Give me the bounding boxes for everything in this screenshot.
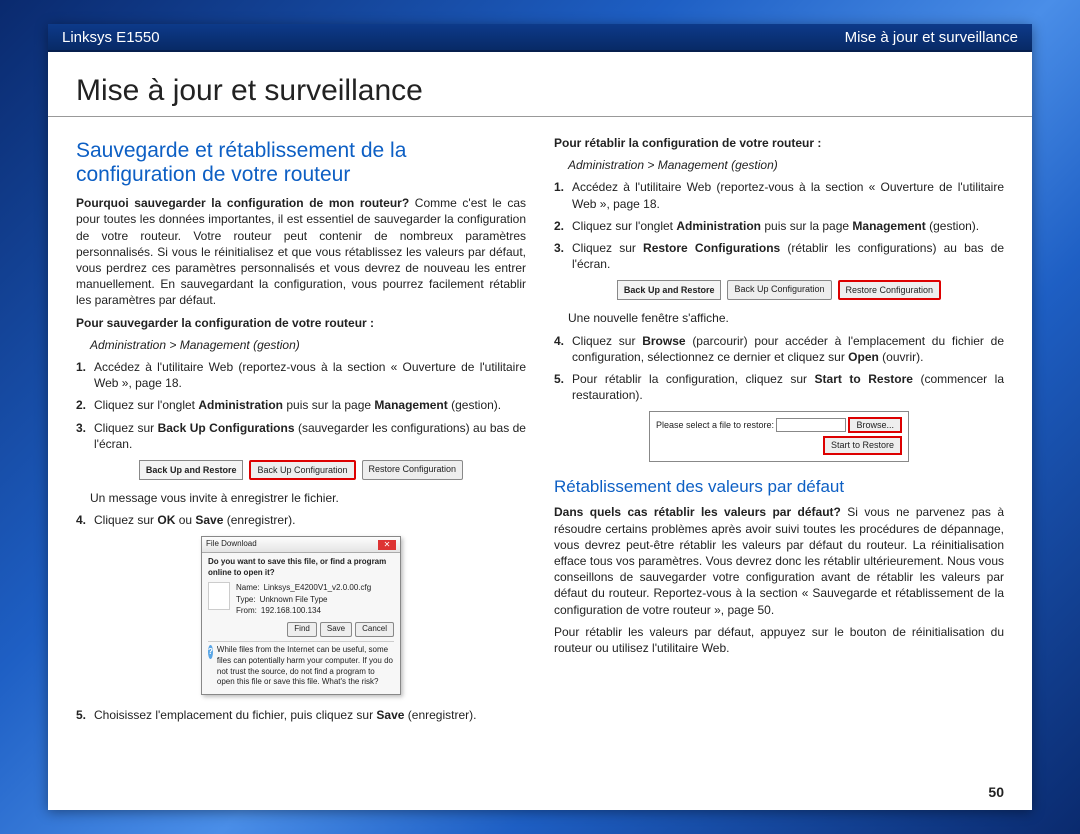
step-3: Cliquez sur Back Up Configurations (sauv… <box>94 420 526 452</box>
header-bar: Linksys E1550 Mise à jour et surveillanc… <box>48 24 1032 52</box>
file-download-dialog: File Download ✕ Do you want to save this… <box>201 536 401 695</box>
file-icon <box>208 582 230 610</box>
close-icon[interactable]: ✕ <box>378 540 396 550</box>
defaults-lead: Dans quels cas rétablir les valeurs par … <box>554 505 841 519</box>
chapter-title: Mise à jour et surveillance <box>48 52 1032 117</box>
step-5: Choisissez l'emplacement du fichier, pui… <box>94 707 526 723</box>
restore-prompt: Please select a file to restore: <box>656 419 774 431</box>
subhead-restore: Pour rétablir la configuration de votre … <box>554 135 1004 151</box>
navpath-left: Administration > Management (gestion) <box>90 337 526 353</box>
defaults-tail: Pour rétablir les valeurs par défaut, ap… <box>554 624 1004 656</box>
header-right: Mise à jour et surveillance <box>845 29 1018 46</box>
restore-config-button[interactable]: Restore Configuration <box>362 460 464 480</box>
dialog-question: Do you want to save this file, or find a… <box>208 557 394 579</box>
left-column: Sauvegarde et rétablissement de la confi… <box>76 135 526 731</box>
section-factory-reset: Rétablissement des valeurs par défaut <box>554 476 1004 499</box>
step-2: Cliquez sur l'onglet Administration puis… <box>94 397 526 413</box>
defaults-body: Si vous ne parvenez pas à résoudre certa… <box>554 505 1004 616</box>
new-window-msg: Une nouvelle fenêtre s'affiche. <box>568 310 1004 326</box>
restore-file-input[interactable] <box>776 418 846 432</box>
rstep-5: Pour rétablir la configuration, cliquez … <box>572 371 1004 403</box>
restore-steps-cont: 4.Cliquez sur Browse (parcourir) pour ac… <box>554 333 1004 404</box>
defaults-paragraph: Dans quels cas rétablir les valeurs par … <box>554 504 1004 617</box>
btnbar-label: Back Up and Restore <box>139 460 244 480</box>
content-columns: Sauvegarde et rétablissement de la confi… <box>48 117 1032 731</box>
backup-steps-cont2: 5.Choisissez l'emplacement du fichier, p… <box>76 707 526 723</box>
header-left: Linksys E1550 <box>62 29 160 46</box>
backup-button-bar: Back Up and Restore Back Up Configuratio… <box>76 460 526 480</box>
page-number: 50 <box>988 784 1004 800</box>
section-backup-restore: Sauvegarde et rétablissement de la confi… <box>76 139 526 187</box>
find-button[interactable]: Find <box>287 622 317 637</box>
step-4: Cliquez sur OK ou Save (enregistrer). <box>94 512 526 528</box>
restore-button-bar: Back Up and Restore Back Up Configuratio… <box>554 280 1004 300</box>
rstep-3: Cliquez sur Restore Configurations (réta… <box>572 240 1004 272</box>
navpath-right: Administration > Management (gestion) <box>568 157 1004 173</box>
btnbar-label-r: Back Up and Restore <box>617 280 722 300</box>
save-prompt-msg: Un message vous invite à enregistrer le … <box>90 490 526 506</box>
intro-body: Comme c'est le cas pour toutes les donné… <box>76 196 526 307</box>
dialog-title: File Download <box>206 539 257 550</box>
backup-steps-cont: 4.Cliquez sur OK ou Save (enregistrer). <box>76 512 526 528</box>
rstep-1: Accédez à l'utilitaire Web (reportez-vou… <box>572 179 1004 211</box>
info-icon: ? <box>208 645 213 659</box>
step-1: Accédez à l'utilitaire Web (reportez-vou… <box>94 359 526 391</box>
rstep-2: Cliquez sur l'onglet Administration puis… <box>572 218 1004 234</box>
right-column: Pour rétablir la configuration de votre … <box>554 135 1004 731</box>
restore-steps: 1.Accédez à l'utilitaire Web (reportez-v… <box>554 179 1004 272</box>
browse-button[interactable]: Browse... <box>848 417 902 433</box>
intro-lead: Pourquoi sauvegarder la configuration de… <box>76 196 409 210</box>
start-restore-button[interactable]: Start to Restore <box>823 436 902 454</box>
intro-paragraph: Pourquoi sauvegarder la configuration de… <box>76 195 526 308</box>
save-button[interactable]: Save <box>320 622 352 637</box>
rstep-4: Cliquez sur Browse (parcourir) pour accé… <box>572 333 1004 365</box>
restore-dialog: Please select a file to restore: Browse.… <box>649 411 909 461</box>
manual-page: Linksys E1550 Mise à jour et surveillanc… <box>48 24 1032 810</box>
backup-steps: 1.Accédez à l'utilitaire Web (reportez-v… <box>76 359 526 452</box>
backup-config-button-r[interactable]: Back Up Configuration <box>727 280 831 300</box>
restore-config-button-r[interactable]: Restore Configuration <box>838 280 942 300</box>
backup-config-button[interactable]: Back Up Configuration <box>249 460 355 480</box>
cancel-button[interactable]: Cancel <box>355 622 394 637</box>
dialog-warning: While files from the Internet can be use… <box>217 645 394 688</box>
subhead-backup: Pour sauvegarder la configuration de vot… <box>76 315 526 331</box>
